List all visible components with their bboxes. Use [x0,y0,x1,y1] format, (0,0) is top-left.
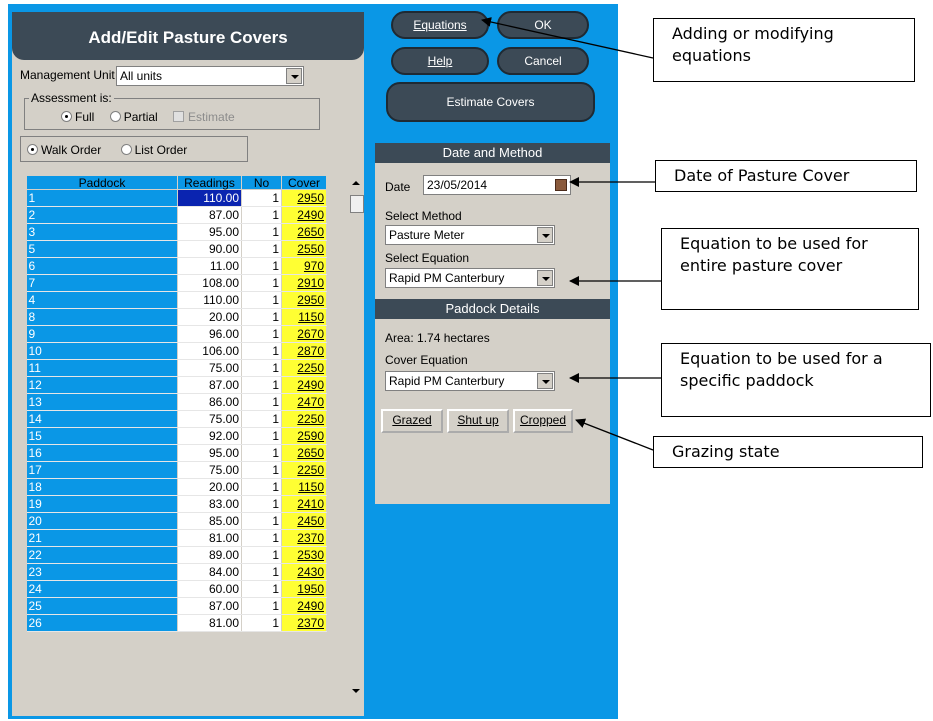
arrow-grazing [575,418,654,451]
callout-arrows [481,17,661,451]
arrow-equations [481,17,654,59]
